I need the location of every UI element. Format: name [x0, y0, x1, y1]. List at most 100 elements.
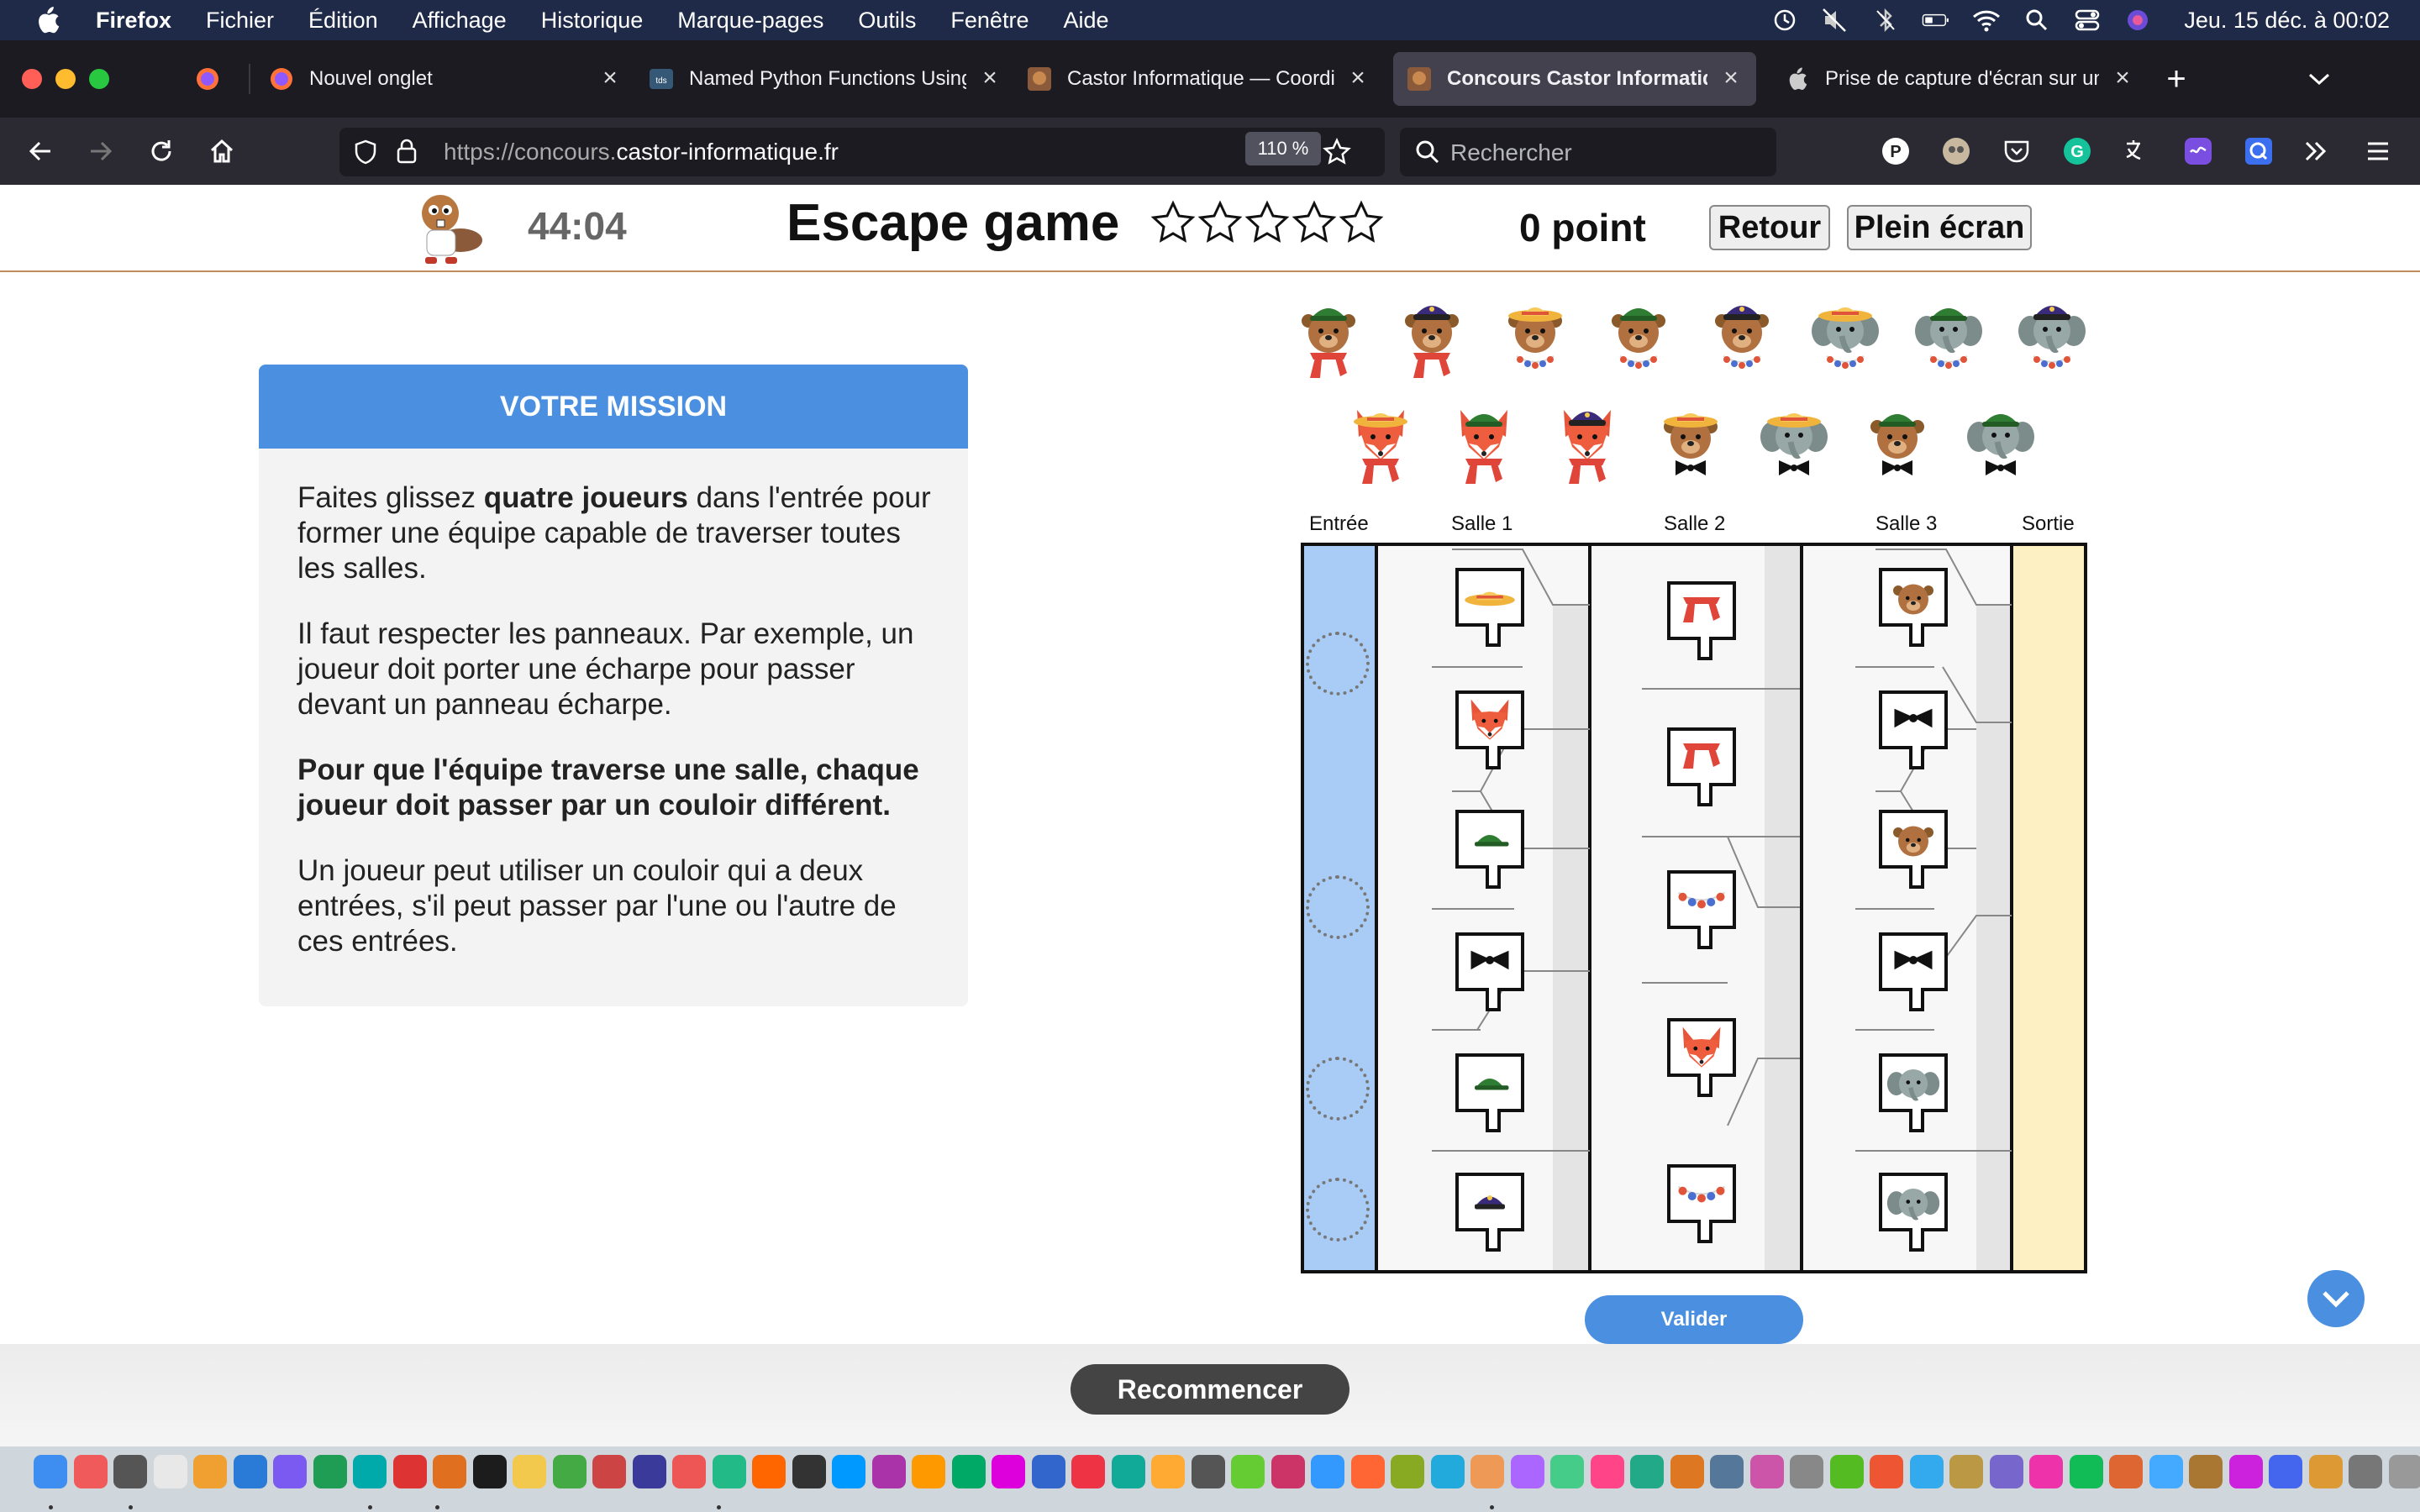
restart-button[interactable]: Recommencer — [1071, 1364, 1349, 1415]
player-bear-green-cap-scarf[interactable] — [1291, 297, 1366, 381]
dock-finder-icon[interactable] — [34, 1455, 67, 1488]
dock-git-icon[interactable] — [912, 1455, 945, 1488]
entry-drop-slot-1[interactable] — [1306, 632, 1370, 696]
player-elephant-police-cap-bead-necklace[interactable] — [2014, 297, 2090, 381]
back-button[interactable]: Retour — [1709, 205, 1830, 250]
dock-facetime-icon[interactable] — [2388, 1455, 2420, 1488]
tracking-protection-shield-icon[interactable] — [353, 139, 378, 169]
dock-emacs-icon[interactable] — [1350, 1455, 1385, 1488]
menu-fichier[interactable]: Fichier — [206, 8, 274, 34]
validate-button[interactable]: Valider — [1585, 1295, 1803, 1344]
player-fox-straw-hat-scarf[interactable] — [1343, 403, 1418, 487]
url-text[interactable]: https://concours.castor-informatique.fr — [444, 139, 839, 165]
profile-avatar-icon[interactable] — [1936, 131, 1976, 171]
dock-screenshot-icon[interactable] — [113, 1455, 147, 1488]
q-extension-icon[interactable] — [2238, 131, 2279, 171]
close-tab-icon[interactable]: × — [978, 66, 1002, 91]
spotlight-icon[interactable] — [2023, 8, 2051, 33]
menu-marque-pages[interactable]: Marque-pages — [677, 8, 823, 34]
dock-plex-icon[interactable] — [832, 1455, 865, 1488]
player-fox-green-cap-scarf[interactable] — [1446, 403, 1522, 487]
player-bear-straw-hat-bow-tie[interactable] — [1653, 403, 1728, 487]
player-bear-straw-hat-bead-necklace[interactable] — [1497, 297, 1573, 381]
dock-calc-icon[interactable] — [1949, 1455, 1983, 1488]
menu-affichage[interactable]: Affichage — [413, 8, 507, 34]
tab-castor-coordination[interactable]: Castor Informatique — Coordina × — [1027, 52, 1370, 106]
dock-mail-icon[interactable] — [2269, 1455, 2302, 1488]
dock-calendar-icon[interactable] — [433, 1455, 466, 1488]
dock-contacts-icon[interactable] — [2308, 1455, 2343, 1488]
close-tab-icon[interactable]: × — [2111, 66, 2134, 91]
close-tab-icon[interactable]: × — [1346, 66, 1370, 91]
dock-cursor-icon[interactable] — [1510, 1455, 1544, 1488]
dock-settings-icon[interactable] — [1071, 1455, 1105, 1488]
dock-notes-icon[interactable] — [752, 1455, 786, 1488]
dock-app-store-icon[interactable] — [273, 1455, 307, 1488]
dock-vlc-icon[interactable] — [2149, 1455, 2183, 1488]
menu-clock[interactable]: Jeu. 15 déc. à 00:02 — [2184, 8, 2390, 34]
home-icon[interactable] — [202, 131, 242, 171]
player-bear-green-cap-bead-necklace[interactable] — [1601, 297, 1676, 381]
forward-arrow-icon[interactable] — [81, 131, 121, 171]
dock-photoshop-icon[interactable] — [2109, 1455, 2143, 1488]
dock-pages-icon[interactable] — [2029, 1455, 2063, 1488]
dock-trash-icon[interactable] — [1829, 1455, 1864, 1488]
dock-chrome-icon[interactable] — [193, 1455, 227, 1488]
dock-reminders-icon[interactable] — [2349, 1455, 2382, 1488]
player-elephant-straw-hat-bow-tie[interactable] — [1756, 403, 1832, 487]
control-center-icon[interactable] — [2073, 8, 2102, 33]
dock-safari-tech-icon[interactable] — [1151, 1455, 1185, 1488]
menu-edition[interactable]: Édition — [308, 8, 378, 34]
dock-photos-flower-icon[interactable] — [233, 1455, 267, 1488]
dock-maps-icon[interactable] — [513, 1455, 546, 1488]
hamburger-menu-icon[interactable] — [2358, 131, 2398, 171]
dock-messages-icon[interactable] — [392, 1455, 427, 1488]
exit-zone[interactable] — [2012, 546, 2084, 1270]
dock-tex-icon[interactable] — [1870, 1455, 1903, 1488]
dock-xcode-icon[interactable] — [1670, 1455, 1704, 1488]
bookmark-star-icon[interactable] — [1323, 138, 1351, 171]
apple-menu-icon[interactable] — [35, 7, 60, 34]
player-elephant-green-cap-bead-necklace[interactable] — [1911, 297, 1986, 381]
player-bear-police-cap-bead-necklace[interactable] — [1704, 297, 1780, 381]
scroll-down-button[interactable] — [2307, 1270, 2365, 1327]
player-bear-police-cap-scarf[interactable] — [1394, 297, 1470, 381]
entry-drop-slot-3[interactable] — [1306, 1057, 1370, 1121]
tab-concours-castor[interactable]: Concours Castor Informatique - × — [1393, 52, 1756, 106]
dock-notion-icon[interactable] — [992, 1455, 1025, 1488]
close-tab-icon[interactable]: × — [598, 66, 622, 91]
close-tab-icon[interactable]: × — [1719, 66, 1743, 91]
menu-fenetre[interactable]: Fenêtre — [950, 8, 1028, 34]
dock-opera-icon[interactable] — [632, 1455, 666, 1488]
dock-database-icon[interactable] — [1191, 1455, 1225, 1488]
translate-extension-icon[interactable] — [2118, 131, 2158, 171]
more-extensions-icon[interactable] — [2296, 131, 2336, 171]
dock-numbers-icon[interactable] — [2069, 1455, 2103, 1488]
close-window-button[interactable] — [22, 69, 42, 89]
dock-brave-icon[interactable] — [672, 1455, 706, 1488]
dock-word-icon[interactable] — [1749, 1455, 1784, 1488]
menu-app-name[interactable]: Firefox — [96, 8, 171, 34]
menu-outils[interactable]: Outils — [858, 8, 916, 34]
fullscreen-button[interactable]: Plein écran — [1847, 205, 2032, 250]
dock-terminal-icon[interactable] — [353, 1455, 387, 1488]
dock-audio-icon[interactable] — [951, 1455, 986, 1488]
mute-icon[interactable] — [1821, 8, 1849, 33]
dock-spotify-icon[interactable] — [1031, 1455, 1065, 1488]
dock-pdf-icon[interactable] — [1550, 1455, 1584, 1488]
url-bar[interactable]: https://concours.castor-informatique.fr — [339, 128, 1385, 176]
player-elephant-green-cap-bow-tie[interactable] — [1963, 403, 2039, 487]
zoom-window-button[interactable] — [89, 69, 109, 89]
dock-obs-icon[interactable] — [2189, 1455, 2223, 1488]
lock-icon[interactable] — [395, 138, 418, 169]
player-elephant-straw-hat-bead-necklace[interactable] — [1807, 297, 1883, 381]
dock-eclipse-icon[interactable] — [1231, 1455, 1265, 1488]
pinned-tab-firefox[interactable] — [195, 52, 232, 106]
dock-jetbrains-icon[interactable] — [1430, 1455, 1465, 1488]
dock-sync-icon[interactable] — [1989, 1455, 2023, 1488]
dock-launchpad-icon[interactable] — [73, 1455, 108, 1488]
minimize-window-button[interactable] — [55, 69, 76, 89]
wifi-icon[interactable] — [1972, 8, 2001, 33]
tab-named-python-functions[interactable]: tds Named Python Functions Using × — [649, 52, 1002, 106]
dock-zoom-icon[interactable] — [1710, 1455, 1744, 1488]
